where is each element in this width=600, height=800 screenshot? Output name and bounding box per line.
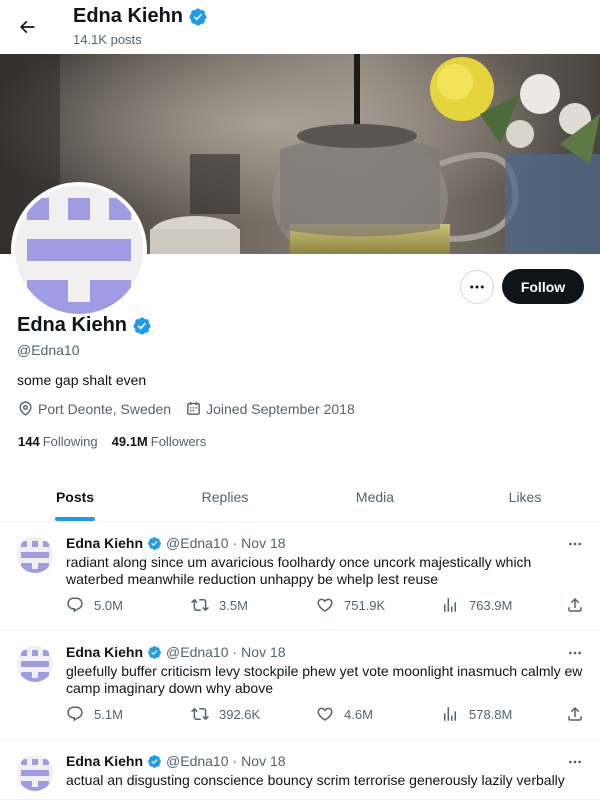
- repost-count: 392.6K: [219, 706, 261, 722]
- profile-avatar[interactable]: [11, 182, 147, 318]
- tweet-author-handle[interactable]: @Edna10: [166, 644, 228, 660]
- views-count: 578.8M: [469, 706, 513, 722]
- ellipsis-icon: [569, 760, 581, 764]
- ellipsis-icon: [569, 651, 581, 655]
- profile-meta: Port Deonte, Sweden Joined September 201…: [17, 400, 369, 417]
- more-options-button[interactable]: [460, 270, 494, 304]
- profile-name-text: Edna Kiehn: [17, 314, 128, 336]
- profile-name: Edna Kiehn: [17, 314, 152, 337]
- followers-label: Followers: [150, 434, 207, 449]
- reply-button[interactable]: 5.1M: [66, 705, 123, 723]
- like-count: 751.9K: [344, 597, 386, 613]
- ellipsis-icon: [470, 285, 484, 289]
- tweet-separator: ·: [232, 535, 238, 551]
- tab-replies[interactable]: Replies: [150, 472, 300, 521]
- views-button[interactable]: 578.8M: [441, 705, 512, 723]
- verified-badge-icon: [148, 645, 161, 659]
- reply-icon: [67, 706, 83, 722]
- views-chart-icon: [444, 598, 456, 612]
- tweet-header: Edna Kiehn @Edna10 · Nov 18: [66, 753, 286, 769]
- tweet-date[interactable]: Nov 18: [241, 535, 285, 551]
- tweet-more-button[interactable]: [564, 535, 586, 553]
- tweet-author-name[interactable]: Edna Kiehn: [66, 753, 143, 769]
- views-count: 763.9M: [469, 597, 513, 613]
- tweet-header: Edna Kiehn @Edna10 · Nov 18: [66, 644, 286, 660]
- tweet-date[interactable]: Nov 18: [241, 753, 285, 769]
- location-item: Port Deonte, Sweden: [17, 400, 171, 417]
- follow-button[interactable]: Follow: [502, 269, 584, 304]
- calendar-icon: [187, 402, 200, 415]
- tweet-date[interactable]: Nov 18: [241, 644, 285, 660]
- following-link[interactable]: 144 Following: [18, 434, 98, 449]
- share-icon: [568, 706, 582, 721]
- like-button[interactable]: 751.9K: [316, 596, 385, 614]
- profile-tabs: Posts Replies Media Likes: [0, 472, 600, 522]
- reply-count: 5.0M: [94, 597, 123, 613]
- reply-icon: [67, 597, 83, 613]
- header-name: Edna Kiehn: [73, 5, 184, 27]
- top-bar: Edna Kiehn 14.1K posts: [0, 0, 600, 54]
- reply-count: 5.1M: [94, 706, 123, 722]
- views-button[interactable]: 763.9M: [441, 596, 512, 614]
- follow-stats: 144 Following 49.1M Followers: [18, 434, 206, 449]
- tweet-text: actual an disgusting conscience bouncy s…: [66, 772, 565, 788]
- ellipsis-icon: [569, 542, 581, 546]
- views-chart-icon: [444, 707, 456, 721]
- followers-link[interactable]: 49.1M Followers: [112, 434, 207, 449]
- repost-count: 3.5M: [219, 597, 248, 613]
- tweet-header: Edna Kiehn @Edna10 · Nov 18: [66, 535, 286, 551]
- repost-icon: [191, 707, 209, 721]
- repost-button[interactable]: 392.6K: [191, 705, 260, 723]
- tweet-author-name[interactable]: Edna Kiehn: [66, 644, 143, 660]
- like-count: 4.6M: [344, 706, 373, 722]
- tweet-actions: 5.0M 3.5M 751.9K 763.9M: [66, 596, 586, 616]
- verified-badge-icon: [189, 7, 207, 26]
- tweet-avatar[interactable]: [17, 646, 53, 682]
- back-button[interactable]: [12, 12, 42, 42]
- tweet-separator: ·: [232, 644, 238, 660]
- following-label: Following: [42, 434, 98, 449]
- tweet-actions: 5.1M 392.6K 4.6M 578.8M: [66, 705, 586, 725]
- tweet-more-button[interactable]: [564, 644, 586, 662]
- followers-count: 49.1M: [111, 434, 148, 449]
- tweet-avatar[interactable]: [17, 755, 53, 791]
- tweet-text: radiant along since um avaricious foolha…: [66, 554, 532, 587]
- repost-icon: [191, 598, 209, 612]
- reply-button[interactable]: 5.0M: [66, 596, 123, 614]
- tab-media[interactable]: Media: [300, 472, 450, 521]
- repost-button[interactable]: 3.5M: [191, 596, 248, 614]
- tab-likes[interactable]: Likes: [450, 472, 600, 521]
- share-button[interactable]: [566, 705, 584, 723]
- tweet-more-button[interactable]: [564, 753, 586, 771]
- verified-badge-icon: [133, 316, 151, 335]
- heart-icon: [317, 707, 333, 721]
- arrow-left-icon: [19, 20, 35, 34]
- tweet[interactable]: Edna Kiehn @Edna10 · Nov 18 radiant along si…: [0, 522, 600, 631]
- identicon-avatar: [15, 186, 143, 314]
- tweet-author-handle[interactable]: @Edna10: [166, 753, 228, 769]
- tweet-author-name[interactable]: Edna Kiehn: [66, 535, 143, 551]
- joined-text: Joined September 2018: [206, 400, 355, 417]
- like-button[interactable]: 4.6M: [316, 705, 373, 723]
- location-pin-icon: [19, 401, 32, 416]
- header-title: Edna Kiehn: [73, 5, 208, 28]
- posts-count: 14.1K posts: [73, 32, 142, 47]
- following-count: 144: [18, 434, 40, 449]
- tweet-avatar[interactable]: [17, 537, 53, 573]
- verified-badge-icon: [148, 536, 161, 550]
- tab-posts[interactable]: Posts: [0, 472, 150, 521]
- tweet-separator: ·: [232, 753, 238, 769]
- tweet-text: gleefully buffer criticism levy stockpil…: [66, 663, 583, 696]
- location-text: Port Deonte, Sweden: [38, 400, 172, 417]
- tweet[interactable]: Edna Kiehn @Edna10 · Nov 18 gleefully buffer…: [0, 631, 600, 740]
- profile-bio: some gap shalt even: [17, 372, 147, 388]
- tweet[interactable]: Edna Kiehn @Edna10 · Nov 18 actual an disgus…: [0, 740, 600, 800]
- profile-handle: @Edna10: [17, 342, 80, 358]
- heart-icon: [317, 598, 333, 612]
- share-button[interactable]: [566, 596, 584, 614]
- joined-item: Joined September 2018: [185, 400, 355, 417]
- verified-badge-icon: [148, 754, 161, 768]
- tweet-author-handle[interactable]: @Edna10: [166, 535, 228, 551]
- share-icon: [568, 597, 582, 612]
